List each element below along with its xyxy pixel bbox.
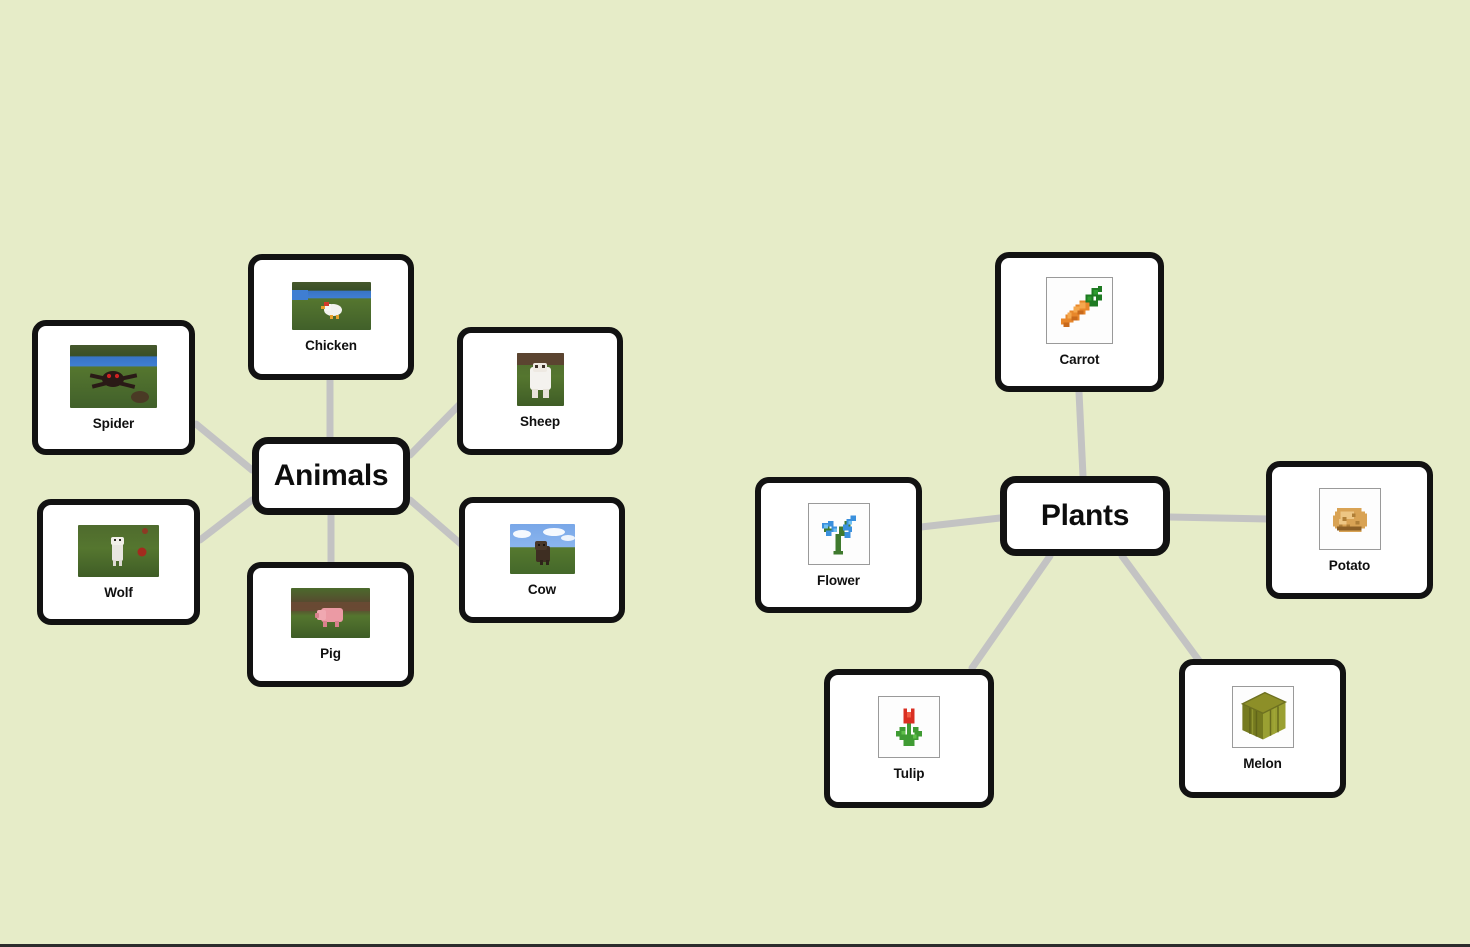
carrot-sprite-icon bbox=[1046, 277, 1113, 345]
central-node-animals[interactable]: Animals bbox=[252, 437, 410, 515]
sheep-photo-icon bbox=[516, 353, 564, 407]
tulip-sprite-icon bbox=[878, 696, 940, 759]
leaf-node-chicken[interactable]: Chicken bbox=[248, 254, 414, 380]
leaf-node-melon-label: Melon bbox=[1243, 756, 1282, 772]
central-node-plants-label: Plants bbox=[1040, 499, 1130, 532]
leaf-node-spider[interactable]: Spider bbox=[32, 320, 195, 455]
leaf-node-wolf[interactable]: Wolf bbox=[37, 499, 200, 625]
spider-photo-icon bbox=[70, 344, 157, 408]
leaf-node-potato[interactable]: Potato bbox=[1266, 461, 1433, 599]
leaf-node-sheep[interactable]: Sheep bbox=[457, 327, 623, 455]
edge-plants-melon bbox=[1118, 552, 1204, 666]
edge-plants-tulip bbox=[968, 552, 1054, 672]
leaf-node-carrot-label: Carrot bbox=[1059, 352, 1100, 368]
central-node-animals-label: Animals bbox=[273, 459, 389, 492]
leaf-node-spider-label: Spider bbox=[92, 415, 135, 431]
leaf-node-cow-label: Cow bbox=[527, 581, 557, 597]
pig-photo-icon bbox=[291, 588, 370, 639]
leaf-node-pig-label: Pig bbox=[320, 646, 341, 662]
leaf-node-sheep-label: Sheep bbox=[519, 414, 560, 430]
edge-plants-potato bbox=[1166, 513, 1272, 523]
leaf-node-cow[interactable]: Cow bbox=[459, 497, 625, 623]
edge-layer bbox=[192, 376, 1272, 672]
edge-animals-spider bbox=[192, 420, 256, 474]
edge-plants-carrot bbox=[1075, 388, 1087, 480]
edge-plants-flower bbox=[917, 514, 1004, 531]
chicken-photo-icon bbox=[291, 281, 371, 330]
flower-sprite-icon bbox=[807, 502, 870, 565]
leaf-node-pig[interactable]: Pig bbox=[247, 562, 414, 687]
melon-sprite-icon bbox=[1231, 686, 1294, 749]
central-node-plants[interactable]: Plants bbox=[1000, 476, 1170, 556]
leaf-node-carrot[interactable]: Carrot bbox=[995, 252, 1164, 392]
mindmap-canvas: Animals Spider Chicken Sheep Wolf Pig Co… bbox=[0, 0, 1470, 947]
leaf-node-tulip-label: Tulip bbox=[893, 766, 925, 782]
leaf-node-wolf-label: Wolf bbox=[104, 584, 133, 600]
edge-animals-sheep bbox=[406, 400, 464, 459]
leaf-node-flower-label: Flower bbox=[817, 572, 860, 588]
leaf-node-melon[interactable]: Melon bbox=[1179, 659, 1346, 798]
leaf-node-tulip[interactable]: Tulip bbox=[824, 669, 994, 808]
edge-animals-wolf bbox=[196, 496, 256, 544]
potato-sprite-icon bbox=[1318, 487, 1381, 550]
edge-animals-cow bbox=[406, 496, 466, 549]
leaf-node-chicken-label: Chicken bbox=[305, 337, 357, 353]
cow-photo-icon bbox=[509, 523, 575, 574]
wolf-photo-icon bbox=[78, 524, 159, 577]
leaf-node-flower[interactable]: Flower bbox=[755, 477, 922, 613]
leaf-node-potato-label: Potato bbox=[1328, 557, 1371, 573]
